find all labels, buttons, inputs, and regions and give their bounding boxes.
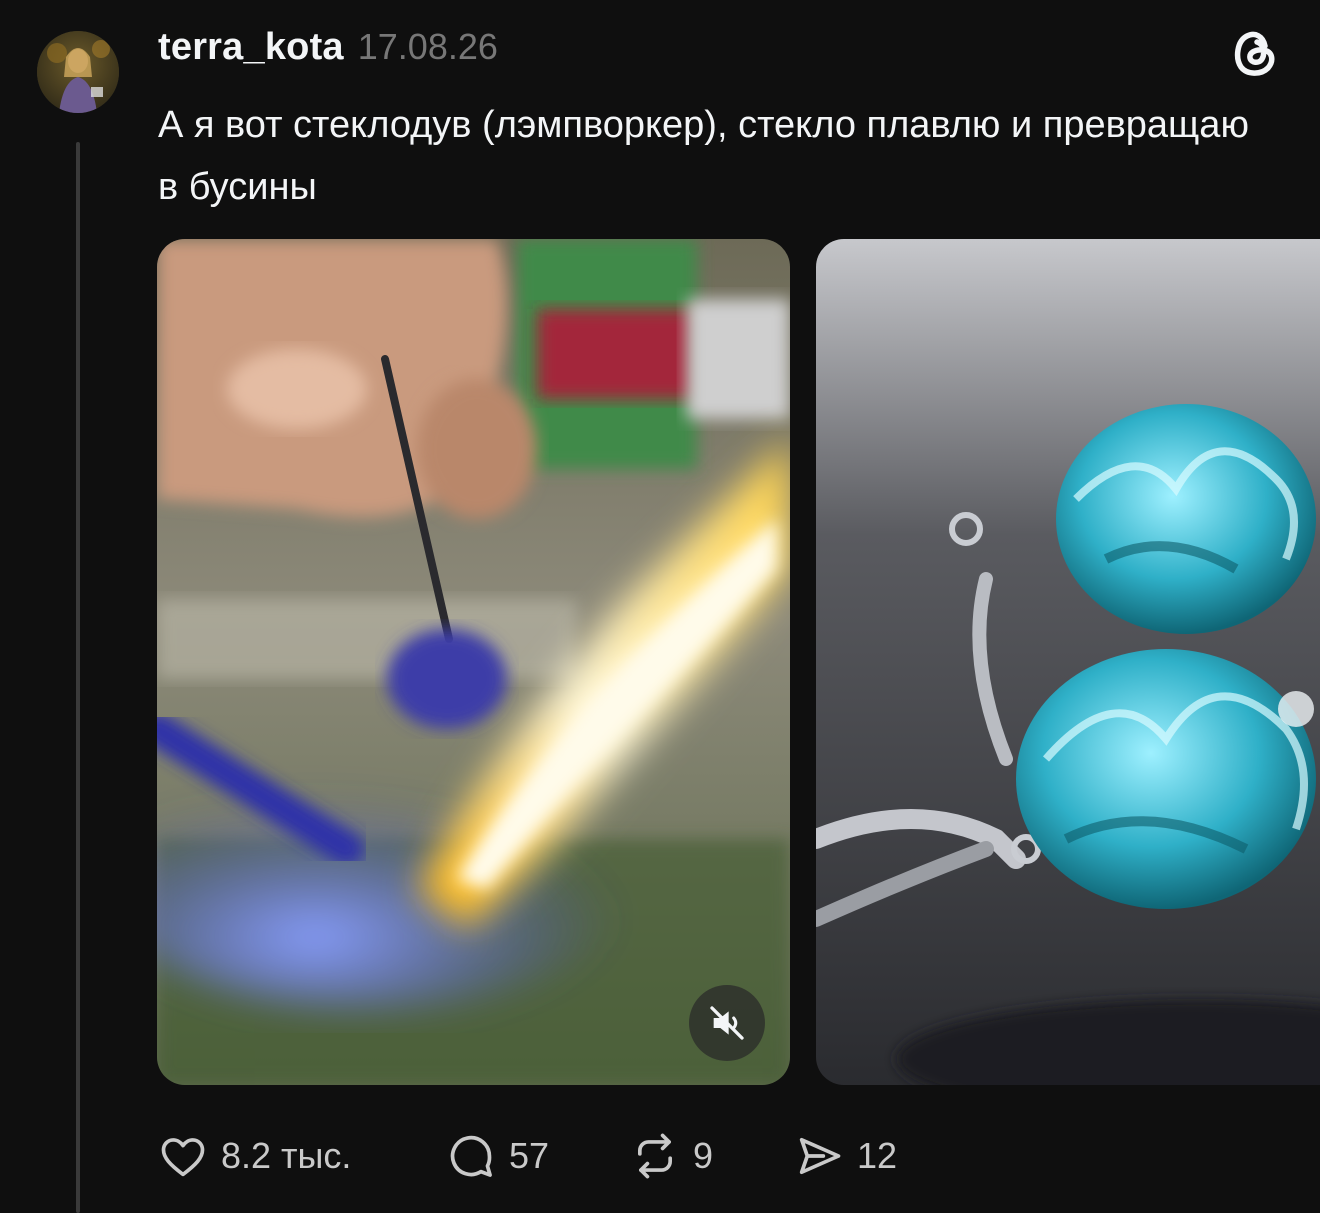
repost-count: 9 [693,1135,714,1176]
reply-button[interactable]: 57 [445,1126,549,1186]
repost-icon [637,1133,673,1179]
repost-button[interactable]: 9 [629,1126,713,1186]
thread-line [76,142,80,1213]
media-video-glassblowing[interactable] [157,239,790,1085]
post-text: А я вот стеклодув (лэмпворкер), стекло п… [158,104,1249,208]
media-image-earrings[interactable] [816,239,1320,1085]
reply-count: 57 [509,1135,550,1176]
share-count: 12 [857,1135,898,1176]
earrings-photo-image [816,239,1320,1085]
like-count: 8.2 тыс. [221,1135,352,1176]
post-header: terra_kota 17.08.26 [158,26,498,74]
threads-logo-icon[interactable] [1227,24,1283,80]
heart-icon [161,1138,205,1177]
video-frame-image [157,239,790,1085]
avatar[interactable] [37,31,119,113]
avatar-photo [37,31,119,113]
comment-bubble-icon [450,1135,492,1177]
post-date[interactable]: 17.08.26 [358,26,498,68]
speaker-muted-icon [710,1006,744,1040]
share-button[interactable]: 12 [793,1126,897,1186]
send-icon [799,1137,841,1175]
mute-toggle-button[interactable] [689,985,765,1061]
username[interactable]: terra_kota [158,26,344,69]
like-button[interactable]: 8.2 тыс. [157,1126,351,1186]
